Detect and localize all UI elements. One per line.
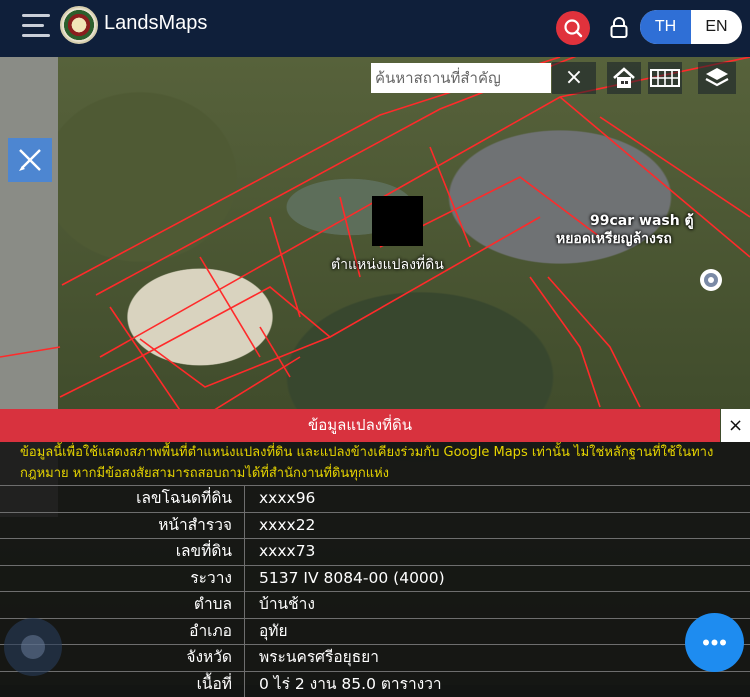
- row-label: เลขโฉนดที่ดิน: [0, 486, 244, 512]
- language-toggle: TH EN: [640, 10, 742, 44]
- grid-button[interactable]: [648, 62, 682, 94]
- search-button[interactable]: [556, 11, 590, 45]
- parcel-location-label: ตำแหน่งแปลงที่ดิน: [331, 254, 444, 276]
- department-logo: [60, 6, 98, 44]
- poi-label-line2: หยอดเหรียญล้างรถ: [556, 228, 672, 250]
- parcel-info-panel: ข้อมูลแปลงที่ดิน × ข้อมูลนี้เพื่อใช้แสดง…: [0, 409, 750, 685]
- top-bar: LandsMaps TH EN: [0, 0, 750, 57]
- parcel-marker[interactable]: [372, 196, 423, 246]
- home-icon: [607, 62, 641, 94]
- location-pin-icon: [698, 267, 724, 293]
- lang-th-button[interactable]: TH: [640, 10, 691, 44]
- table-row: เลขที่ดินxxxx73: [0, 538, 750, 565]
- lang-en-button[interactable]: EN: [691, 10, 742, 44]
- poi-pin[interactable]: [698, 267, 724, 293]
- info-icon: [4, 618, 62, 676]
- row-value: 5137 IV 8084-00 (4000): [244, 566, 750, 592]
- more-dots-icon: [685, 613, 744, 672]
- row-value: xxxx22: [244, 513, 750, 539]
- panel-close-button[interactable]: ×: [721, 409, 750, 442]
- row-label: ระวาง: [0, 566, 244, 592]
- row-value: 0 ไร่ 2 งาน 85.0 ตารางวา: [244, 672, 750, 697]
- draw-tools-button[interactable]: [8, 138, 52, 182]
- table-row: หน้าสำรวจxxxx22: [0, 512, 750, 539]
- row-value: xxxx73: [244, 539, 750, 565]
- more-options-button[interactable]: [685, 613, 744, 672]
- layers-button[interactable]: [698, 62, 736, 94]
- disclaimer-notice: ข้อมูลนี้เพื่อใช้แสดงสภาพพื้นที่ตำแหน่งแ…: [0, 442, 750, 485]
- search-icon: [556, 11, 590, 45]
- draw-tools-icon: [8, 138, 52, 182]
- lock-icon: [608, 16, 630, 40]
- table-row: อำเภออุทัย: [0, 618, 750, 645]
- row-label: เลขที่ดิน: [0, 539, 244, 565]
- help-button[interactable]: [4, 618, 62, 676]
- brand-title: LandsMaps: [104, 12, 207, 35]
- login-button[interactable]: [608, 16, 630, 40]
- table-row: เลขโฉนดที่ดินxxxx96: [0, 485, 750, 512]
- row-value: พระนครศรีอยุธยา: [244, 645, 750, 671]
- home-button[interactable]: [607, 62, 641, 94]
- row-value: อุทัย: [244, 619, 750, 645]
- panel-title: ข้อมูลแปลงที่ดิน: [0, 409, 720, 442]
- row-value: บ้านช้าง: [244, 592, 750, 618]
- table-row: ตำบลบ้านช้าง: [0, 591, 750, 618]
- layers-icon: [698, 62, 736, 94]
- place-search-input[interactable]: [371, 63, 551, 93]
- row-label: ตำบล: [0, 592, 244, 618]
- parcel-details-table: เลขโฉนดที่ดินxxxx96 หน้าสำรวจxxxx22 เลขท…: [0, 485, 750, 697]
- table-row: ระวาง5137 IV 8084-00 (4000): [0, 565, 750, 592]
- menu-icon[interactable]: [22, 14, 50, 38]
- table-row: จังหวัดพระนครศรีอยุธยา: [0, 644, 750, 671]
- search-clear-button[interactable]: ×: [552, 62, 596, 94]
- grid-icon: [648, 62, 682, 94]
- row-value: xxxx96: [244, 486, 750, 512]
- table-row: เนื้อที่0 ไร่ 2 งาน 85.0 ตารางวา: [0, 671, 750, 697]
- row-label: หน้าสำรวจ: [0, 513, 244, 539]
